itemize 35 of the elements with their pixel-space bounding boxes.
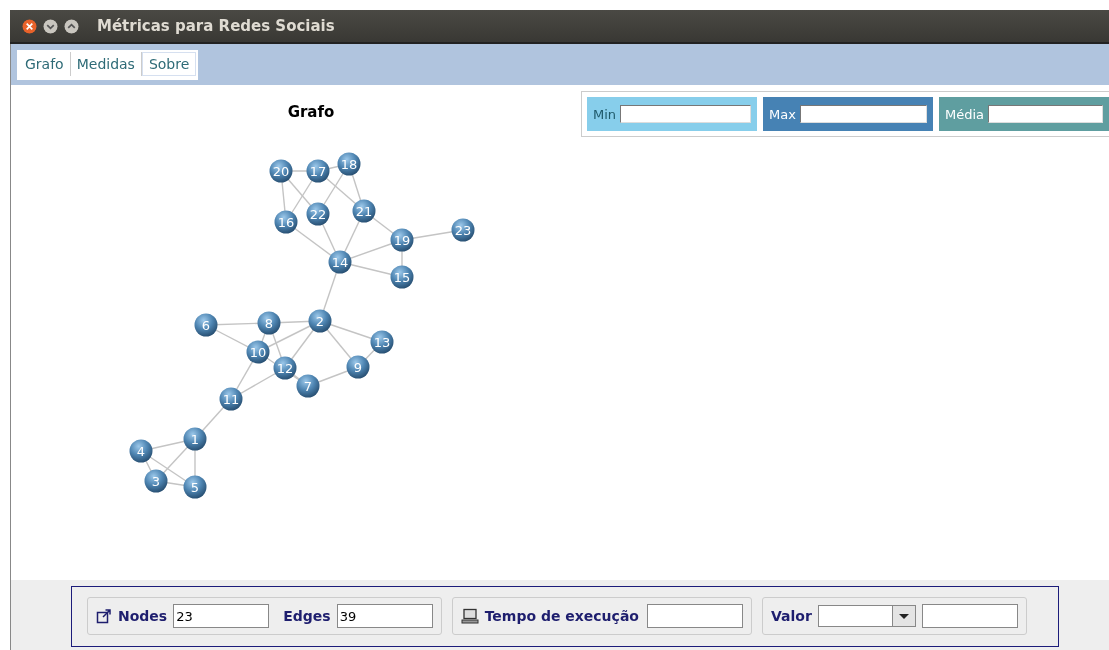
graph-node: 4: [129, 439, 153, 463]
graph-node: 5: [183, 475, 207, 499]
graph-node: 22: [306, 202, 330, 226]
graph-node: 20: [269, 159, 293, 183]
graph-node: 12: [273, 356, 297, 380]
toolbar-button[interactable]: Sobre: [141, 52, 197, 76]
metric-label: Min: [593, 106, 617, 122]
edges-label: Edges: [283, 608, 331, 624]
graph-node: 8: [257, 311, 281, 335]
graph-node: 1: [183, 427, 207, 451]
graph-node: 19: [390, 228, 414, 252]
metric-label: Média: [945, 106, 985, 122]
graph-node: 3: [144, 469, 168, 493]
graph-node: 10: [246, 340, 270, 364]
graph-node: 16: [274, 210, 298, 234]
graph-node: 7: [296, 374, 320, 398]
graph-node: 15: [390, 265, 414, 289]
time-label: Tempo de execução: [484, 608, 639, 624]
nodes-label: Nodes: [118, 608, 168, 624]
graph-node: 9: [346, 355, 370, 379]
graph-title: Grafo: [286, 102, 336, 123]
nodes-field[interactable]: 23: [173, 604, 270, 628]
graph-node: 21: [352, 199, 376, 223]
graph-node: 17: [306, 159, 330, 183]
graph-node: 23: [451, 218, 475, 242]
edges-field[interactable]: 39: [336, 604, 433, 628]
graph-node: 11: [219, 387, 243, 411]
graph-node: 14: [328, 250, 352, 274]
window-title: Métricas para Redes Sociais: [97, 17, 335, 35]
graph-node: 18: [337, 152, 361, 176]
value-label: Valor: [770, 608, 812, 624]
graph-node: 13: [370, 330, 394, 354]
graph-node: 2: [308, 309, 332, 333]
metric-label: Max: [769, 106, 796, 122]
graph-node: 6: [194, 313, 218, 337]
